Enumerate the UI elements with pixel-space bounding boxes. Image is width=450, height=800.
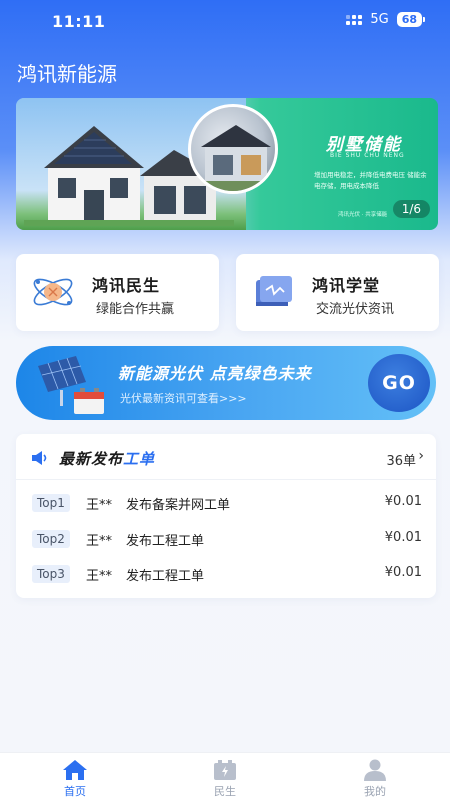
order-user: 王**: [86, 569, 113, 584]
orders-header[interactable]: 最新发布工单 36单 ›: [16, 434, 436, 480]
user-icon: [364, 759, 386, 781]
order-rank: Top3: [32, 565, 70, 583]
solar-panel-icon: [38, 356, 104, 414]
order-description: 发布工程工单: [126, 569, 205, 584]
order-price: ¥0.01: [384, 494, 422, 509]
home-icon: [63, 760, 87, 780]
order-row[interactable]: Top2 王** 发布工程工单 ¥0.01: [16, 522, 436, 558]
status-bar: 11:11 5G 68: [0, 0, 450, 44]
tab-label: 首页: [64, 785, 86, 798]
banner-carousel[interactable]: 别墅储能 BIE SHU CHU NENG 增加用电稳定，并降低电费电压 储能余…: [16, 98, 438, 230]
villa-circle-photo: [188, 104, 278, 194]
tab-home[interactable]: 首页: [0, 753, 150, 800]
banner-pager: 1/6: [392, 200, 430, 218]
order-user: 王**: [86, 534, 113, 549]
feature-title: 鸿讯学堂: [312, 276, 381, 295]
latest-orders-card: 最新发布工单 36单 › Top1 王** 发布备案并网工单 ¥0.01 Top…: [16, 434, 436, 598]
promo-banner[interactable]: 新能源光伏 点亮绿色未来 光伏最新资讯可查看>>> GO: [16, 346, 436, 420]
orders-title-accent: 工单: [123, 450, 156, 468]
order-price: ¥0.01: [384, 565, 422, 580]
orders-count[interactable]: 36单: [386, 450, 416, 469]
promo-title: 新能源光伏 点亮绿色未来: [118, 364, 312, 383]
feature-card-minsheng[interactable]: 鸿讯民生 绿能合作共赢: [16, 254, 219, 331]
order-description: 发布工程工单: [126, 534, 205, 549]
order-row[interactable]: Top3 王** 发布工程工单 ¥0.01: [16, 557, 436, 593]
order-price: ¥0.01: [384, 530, 422, 545]
feature-card-xuetang[interactable]: 鸿讯学堂 交流光伏资讯: [236, 254, 439, 331]
order-rank: Top1: [32, 494, 70, 512]
network-type: 5G: [370, 12, 389, 27]
orders-title-main: 最新发布: [59, 450, 124, 468]
banner-description: 增加用电稳定，并降低电费电压 储能余电存储，用电成本降低: [314, 171, 427, 190]
chevron-right-icon[interactable]: ›: [418, 448, 424, 464]
status-indicators: 5G 68: [346, 12, 426, 27]
speaker-icon: [32, 451, 47, 465]
book-icon: [256, 276, 292, 306]
feature-subtitle: 绿能合作共赢: [96, 302, 175, 317]
order-rank: Top2: [32, 530, 70, 548]
tab-mine[interactable]: 我的: [300, 753, 450, 800]
feature-subtitle: 交流光伏资讯: [316, 302, 395, 317]
promo-subtitle[interactable]: 光伏最新资讯可查看>>>: [120, 390, 247, 406]
tab-label: 民生: [214, 785, 236, 798]
app-title: 鸿讯新能源: [17, 62, 117, 86]
banner-footer: 鸿讯光伏 · 共享储能: [338, 212, 388, 218]
battery-icon: 68: [396, 12, 426, 27]
go-button[interactable]: GO: [368, 354, 430, 412]
tab-minsheng[interactable]: 民生: [150, 753, 300, 800]
order-user: 王**: [86, 498, 113, 513]
bottom-tab-bar: 首页 民生 我的: [0, 752, 450, 800]
feature-title: 鸿讯民生: [92, 276, 161, 295]
order-row[interactable]: Top1 王** 发布备案并网工单 ¥0.01: [16, 486, 436, 522]
signal-dots-icon: [346, 14, 363, 25]
order-description: 发布备案并网工单: [126, 498, 231, 513]
orders-title: 最新发布工单: [59, 448, 155, 469]
atom-icon: [33, 278, 73, 306]
banner-pinyin: BIE SHU CHU NENG: [330, 152, 405, 159]
status-time: 11:11: [52, 12, 106, 31]
battery-box-icon: [214, 760, 236, 780]
tab-label: 我的: [364, 785, 386, 798]
